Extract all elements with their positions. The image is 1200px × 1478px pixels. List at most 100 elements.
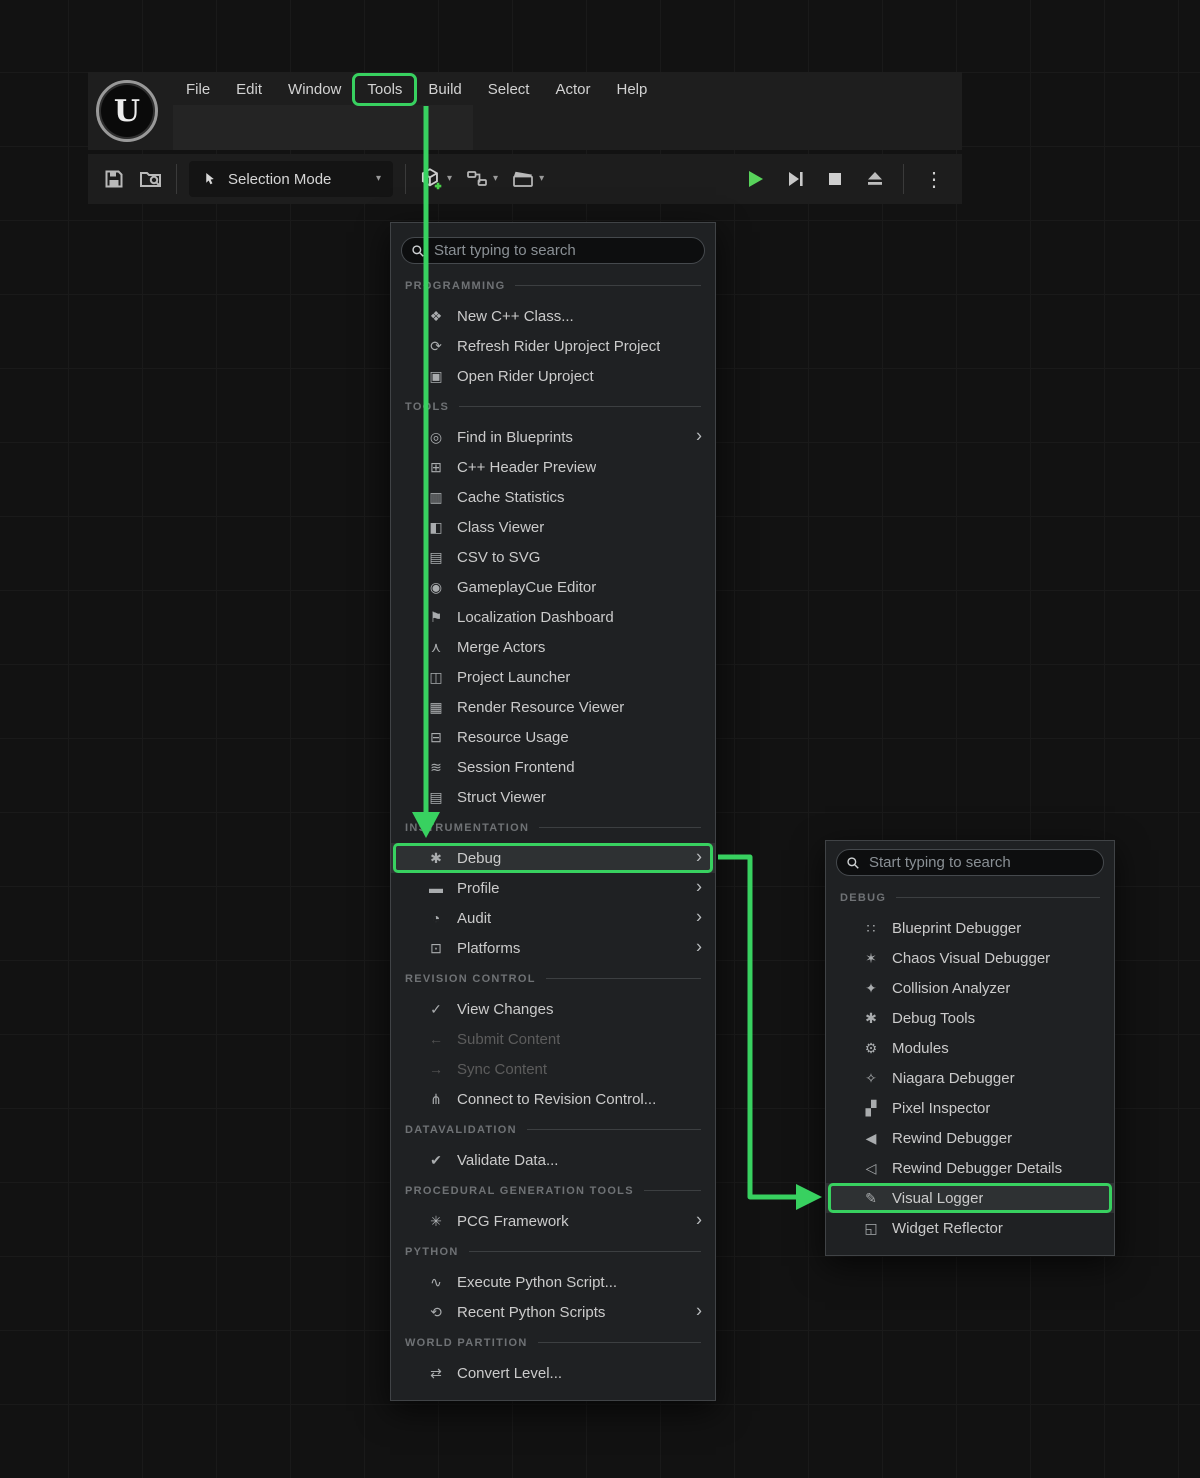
- struct-viewer-item[interactable]: ▤Struct Viewer: [391, 782, 715, 812]
- eject-button[interactable]: [863, 167, 887, 191]
- menu-item-label: New C++ Class...: [457, 308, 574, 325]
- section-divider: [538, 1342, 701, 1343]
- chevron-down-icon: ▾: [539, 174, 544, 184]
- recent-python-scripts-item[interactable]: ⟲Recent Python Scripts›: [391, 1297, 715, 1327]
- menu-item-label: Session Frontend: [457, 759, 575, 776]
- pixel-inspector-item[interactable]: ▞ Pixel Inspector: [826, 1093, 1114, 1123]
- add-actor-button[interactable]: ▾: [418, 166, 452, 192]
- widget-reflector-icon: ◱: [862, 1220, 880, 1237]
- modules-item[interactable]: ⚙Modules: [826, 1033, 1114, 1063]
- search-icon: [846, 856, 860, 870]
- blueprint-debugger-item[interactable]: ∷Blueprint Debugger: [826, 913, 1114, 943]
- rewind-debugger-item[interactable]: ◀ Rewind Debugger: [826, 1123, 1114, 1153]
- connect-to-revision-control-item[interactable]: ⋔Connect to Revision Control...: [391, 1084, 715, 1114]
- find-in-blueprints-icon: ◎: [427, 429, 445, 446]
- render-resource-viewer-item[interactable]: ▦Render Resource Viewer: [391, 692, 715, 722]
- selection-mode-dropdown[interactable]: Selection Mode ▾: [189, 161, 393, 197]
- widget-reflector-item[interactable]: ◱Widget Reflector: [826, 1213, 1114, 1243]
- debug-tools-item[interactable]: ✱Debug Tools: [826, 1003, 1114, 1033]
- session-frontend-item[interactable]: ≋ Session Frontend: [391, 752, 715, 782]
- collision-analyzer-item[interactable]: ✦Collision Analyzer: [826, 973, 1114, 1003]
- gameplaycue-editor-item[interactable]: ◉GameplayCue Editor: [391, 572, 715, 602]
- cache-statistics-item[interactable]: ▥Cache Statistics: [391, 482, 715, 512]
- debug-submenu-search-input[interactable]: [867, 853, 1094, 872]
- play-button[interactable]: [743, 167, 767, 191]
- menu-item-label: Pixel Inspector: [892, 1100, 990, 1117]
- convert-level-item[interactable]: ⇄Convert Level...: [391, 1358, 715, 1388]
- submenu-chevron-icon: ›: [696, 937, 702, 958]
- menu-edit[interactable]: Edit: [223, 76, 275, 103]
- visual-logger-item[interactable]: ✎Visual Logger: [826, 1183, 1114, 1213]
- menu-tools[interactable]: Tools: [354, 76, 415, 103]
- platforms-item[interactable]: ⊡Platforms›: [391, 933, 715, 963]
- validate-data-item[interactable]: ✔Validate Data...: [391, 1145, 715, 1175]
- class-viewer-item[interactable]: ◧Class Viewer: [391, 512, 715, 542]
- csv-to-svg-item[interactable]: ▤CSV to SVG: [391, 542, 715, 572]
- execute-python-script-item[interactable]: ∿ Execute Python Script...: [391, 1267, 715, 1297]
- menu-file[interactable]: File: [173, 76, 223, 103]
- sync-content-item: →Sync Content: [391, 1054, 715, 1084]
- rewind-debugger-icon: ◀: [862, 1130, 880, 1147]
- content-browser-button[interactable]: [138, 167, 164, 191]
- menu-actor[interactable]: Actor: [542, 76, 603, 103]
- menu-select[interactable]: Select: [475, 76, 543, 103]
- menu-item-label: Execute Python Script...: [457, 1274, 617, 1291]
- pcg-framework-icon: ✳: [427, 1213, 445, 1230]
- save-button[interactable]: [102, 167, 126, 191]
- cinematics-button[interactable]: ▾: [510, 167, 544, 191]
- menu-help[interactable]: Help: [604, 76, 661, 103]
- menu-item-label: Platforms: [457, 940, 520, 957]
- chaos-visual-debugger-item[interactable]: ✶Chaos Visual Debugger: [826, 943, 1114, 973]
- chevron-down-icon: ▾: [376, 174, 381, 184]
- world-partition-section-header: WORLD PARTITION: [391, 1327, 715, 1358]
- pcg-framework-item[interactable]: ✳PCG Framework›: [391, 1206, 715, 1236]
- debug-item[interactable]: ✱Debug›: [391, 843, 715, 873]
- menu-item-label: Find in Blueprints: [457, 429, 573, 446]
- submenu-chevron-icon: ›: [696, 877, 702, 898]
- menu-bar: U FileEditWindowToolsBuildSelectActorHel…: [88, 72, 962, 150]
- localization-dashboard-item[interactable]: ⚑Localization Dashboard: [391, 602, 715, 632]
- tools-menu-panel: PROGRAMMING❖New C++ Class...⟳Refresh Rid…: [390, 222, 716, 1401]
- cache-statistics-icon: ▥: [427, 489, 445, 506]
- rewind-debugger-details-icon: ◁: [862, 1160, 880, 1177]
- section-header-label: WORLD PARTITION: [405, 1337, 528, 1349]
- rewind-debugger-details-item[interactable]: ◁Rewind Debugger Details: [826, 1153, 1114, 1183]
- add-cube-icon: [418, 166, 444, 192]
- instrumentation-section-header: INSTRUMENTATION: [391, 812, 715, 843]
- profile-item[interactable]: ▬Profile›: [391, 873, 715, 903]
- niagara-debugger-item[interactable]: ✧Niagara Debugger: [826, 1063, 1114, 1093]
- menu-item-label: Merge Actors: [457, 639, 545, 656]
- menu-build[interactable]: Build: [415, 76, 474, 103]
- resource-usage-item[interactable]: ⊟Resource Usage: [391, 722, 715, 752]
- new-cpp-class-item[interactable]: ❖New C++ Class...: [391, 301, 715, 331]
- merge-actors-item[interactable]: ⋏Merge Actors: [391, 632, 715, 662]
- blueprints-button[interactable]: ▾: [464, 167, 498, 191]
- unreal-editor-screenshot: U FileEditWindowToolsBuildSelectActorHel…: [0, 0, 1200, 1478]
- stop-button[interactable]: [823, 167, 847, 191]
- find-in-blueprints-item[interactable]: ◎Find in Blueprints›: [391, 422, 715, 452]
- more-options-kebab-icon[interactable]: ⋮: [920, 167, 948, 192]
- project-launcher-item[interactable]: ◫Project Launcher: [391, 662, 715, 692]
- niagara-debugger-icon: ✧: [862, 1070, 880, 1087]
- menu-item-label: Rewind Debugger: [892, 1130, 1012, 1147]
- session-frontend-icon: ≋: [427, 759, 445, 776]
- menu-item-label: Blueprint Debugger: [892, 920, 1021, 937]
- tools-menu-search-input[interactable]: [432, 241, 695, 260]
- menu-tab-strip: [173, 105, 473, 150]
- pixel-inspector-icon: ▞: [862, 1100, 880, 1117]
- toolbar-divider: [176, 164, 177, 194]
- skip-frame-button[interactable]: [783, 167, 807, 191]
- execute-python-script-icon: ∿: [427, 1274, 445, 1291]
- audit-item[interactable]: ◔Audit›: [391, 903, 715, 933]
- blueprint-graph-icon: [464, 167, 490, 191]
- view-changes-item[interactable]: ✓View Changes: [391, 994, 715, 1024]
- menu-item-label: Refresh Rider Uproject Project: [457, 338, 660, 355]
- debug-tools-icon: ✱: [862, 1010, 880, 1027]
- refresh-rider-uproject-project-item[interactable]: ⟳Refresh Rider Uproject Project: [391, 331, 715, 361]
- connect-revision-control-icon: ⋔: [427, 1091, 445, 1108]
- menu-window[interactable]: Window: [275, 76, 354, 103]
- debug-submenu-search: [836, 849, 1104, 876]
- play-controls: ⋮: [743, 164, 948, 194]
- open-rider-uproject-item[interactable]: ▣Open Rider Uproject: [391, 361, 715, 391]
- cpp-header-preview-item[interactable]: ⊞C++ Header Preview: [391, 452, 715, 482]
